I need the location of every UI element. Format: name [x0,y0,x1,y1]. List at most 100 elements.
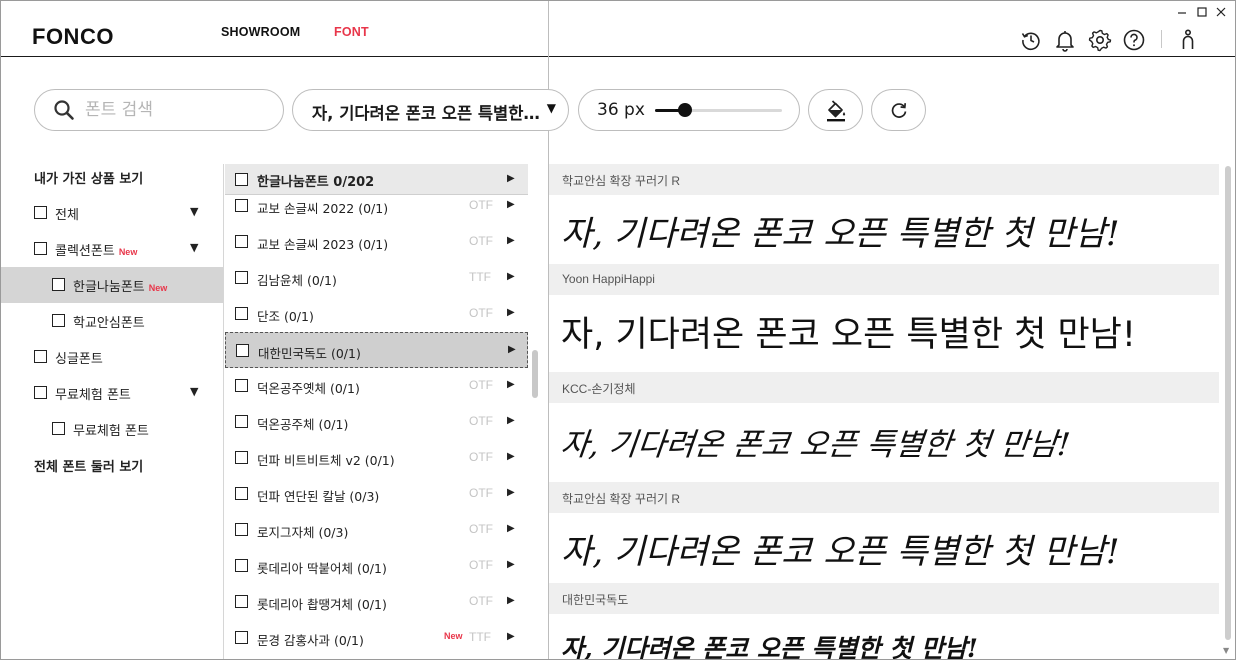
checkbox[interactable] [235,595,248,608]
checkbox[interactable] [235,199,248,212]
play-arrow-icon[interactable]: ▶ [507,199,515,210]
font-list-item[interactable]: 덕온공주옛체 (0/1) OTF ▶ [225,368,528,404]
chevron-down-icon[interactable]: ▼ [190,241,198,254]
checkbox[interactable] [52,314,65,327]
preview-font-name[interactable]: 학교안심 확장 꾸러기 R [549,482,1219,513]
font-format: OTF [469,522,493,536]
preview-font-name[interactable]: KCC-손기정체 [549,372,1219,403]
preview-font-name[interactable]: 대한민국독도 [549,583,1219,614]
checkbox[interactable] [34,242,47,255]
font-name: 던파 비트비트체 v2 (0/1) [257,453,395,468]
reset-button[interactable] [871,89,926,131]
minimize-icon[interactable] [1175,5,1189,19]
category-item[interactable]: 콜렉션폰트 New ▼ [1,231,223,267]
sample-text-dropdown[interactable]: 자, 기다려온 폰코 오픈 특별한… ▼ [292,89,569,131]
color-button[interactable] [808,89,863,131]
play-arrow-icon[interactable]: ▶ [507,235,515,246]
paint-bucket-icon [827,100,846,122]
play-arrow-icon[interactable]: ▶ [507,631,515,642]
checkbox[interactable] [235,271,248,284]
font-list-item[interactable]: 단조 (0/1) OTF ▶ [225,296,528,332]
font-list-item[interactable]: 던파 연단된 칼날 (0/3) OTF ▶ [225,476,528,512]
chevron-down-icon[interactable]: ▼ [190,385,198,398]
play-arrow-icon[interactable]: ▶ [507,451,515,462]
font-size-slider-knob[interactable] [678,103,693,117]
font-list-item[interactable]: 교보 손글씨 2023 (0/1) OTF ▶ [225,224,528,260]
search-box[interactable] [34,89,284,131]
play-arrow-icon[interactable]: ▶ [507,415,515,426]
font-list-item[interactable]: 덕온공주체 (0/1) OTF ▶ [225,404,528,440]
checkbox[interactable] [235,173,248,186]
checkbox[interactable] [235,415,248,428]
play-arrow-icon[interactable]: ▶ [508,344,516,355]
play-arrow-icon[interactable]: ▶ [507,595,515,606]
category-label: 무료체험 폰트 [55,384,131,403]
font-list-header[interactable]: 한글나눔폰트 0/202 ▶ [225,164,528,195]
play-arrow-icon[interactable]: ▶ [507,379,515,390]
checkbox[interactable] [235,523,248,536]
header: FONCO SHOWROOM FONT [1,1,1235,57]
category-label: 싱글폰트 [55,348,103,367]
font-format: OTF [469,198,493,212]
category-item[interactable]: 학교안심폰트 [1,303,223,339]
font-name: 덕온공주옛체 (0/1) [257,381,360,396]
category-item[interactable]: 한글나눔폰트 New [1,267,223,303]
close-icon[interactable] [1214,5,1228,19]
checkbox[interactable] [235,559,248,572]
checkbox[interactable] [235,451,248,464]
play-arrow-icon[interactable]: ▶ [507,271,515,282]
font-list-item[interactable]: 던파 비트비트체 v2 (0/1) OTF ▶ [225,440,528,476]
nav-font[interactable]: FONT [334,25,369,39]
checkbox[interactable] [235,307,248,320]
font-list-item[interactable]: 롯데리아 딱붙어체 (0/1) OTF ▶ [225,548,528,584]
font-format: OTF [469,486,493,500]
preview-scrollbar[interactable] [1225,166,1231,640]
play-arrow-icon[interactable]: ▶ [507,523,515,534]
search-input[interactable] [85,99,270,121]
font-list-item[interactable]: 대한민국독도 (0/1) ▶ [225,332,528,368]
play-arrow-icon[interactable]: ▶ [507,487,515,498]
font-format: TTF [469,630,491,644]
checkbox[interactable] [34,350,47,363]
font-format: OTF [469,378,493,392]
category-item[interactable]: 무료체험 폰트 ▼ [1,375,223,411]
font-list-item[interactable]: 김남윤체 (0/1) TTF ▶ [225,260,528,296]
font-list-scrollbar[interactable] [532,350,538,398]
font-list-item[interactable]: 문경 감홍사과 (0/1) New TTF ▶ [225,620,528,656]
maximize-icon[interactable] [1195,5,1209,19]
bell-icon[interactable] [1053,28,1077,52]
user-icon[interactable] [1176,28,1200,52]
font-list-item[interactable]: 로지그자체 (0/3) OTF ▶ [225,512,528,548]
font-list-item[interactable]: 롯데리아 촵땡겨체 (0/1) OTF ▶ [225,584,528,620]
category-label: 전체 폰트 둘러 보기 [34,456,143,475]
chevron-down-icon[interactable]: ▼ [190,205,198,218]
font-format: OTF [469,558,493,572]
checkbox[interactable] [235,487,248,500]
checkbox[interactable] [52,422,65,435]
play-arrow-icon[interactable]: ▶ [507,173,515,184]
scroll-down-icon[interactable]: ▼ [1223,646,1229,655]
category-item[interactable]: 무료체험 폰트 [1,411,223,447]
checkbox[interactable] [34,206,47,219]
category-item[interactable]: 전체 ▼ [1,195,223,231]
font-size-slider[interactable] [655,103,782,117]
font-format: TTF [469,270,491,284]
checkbox[interactable] [235,379,248,392]
play-arrow-icon[interactable]: ▶ [507,559,515,570]
checkbox[interactable] [34,386,47,399]
preview-font-name[interactable]: Yoon HappiHappi [549,264,1219,295]
checkbox[interactable] [235,235,248,248]
category-heading[interactable]: 내가 가진 상품 보기 [1,159,223,195]
nav-showroom[interactable]: SHOWROOM [221,25,300,39]
category-heading[interactable]: 전체 폰트 둘러 보기 [1,447,223,483]
checkbox[interactable] [236,344,249,357]
category-item[interactable]: 싱글폰트 [1,339,223,375]
play-arrow-icon[interactable]: ▶ [507,307,515,318]
checkbox[interactable] [52,278,65,291]
gear-icon[interactable] [1088,28,1112,52]
logo[interactable]: FONCO [32,24,114,50]
history-icon[interactable] [1019,28,1043,52]
help-icon[interactable] [1122,28,1146,52]
checkbox[interactable] [235,631,248,644]
preview-font-name[interactable]: 학교안심 확장 꾸러기 R [549,164,1219,195]
